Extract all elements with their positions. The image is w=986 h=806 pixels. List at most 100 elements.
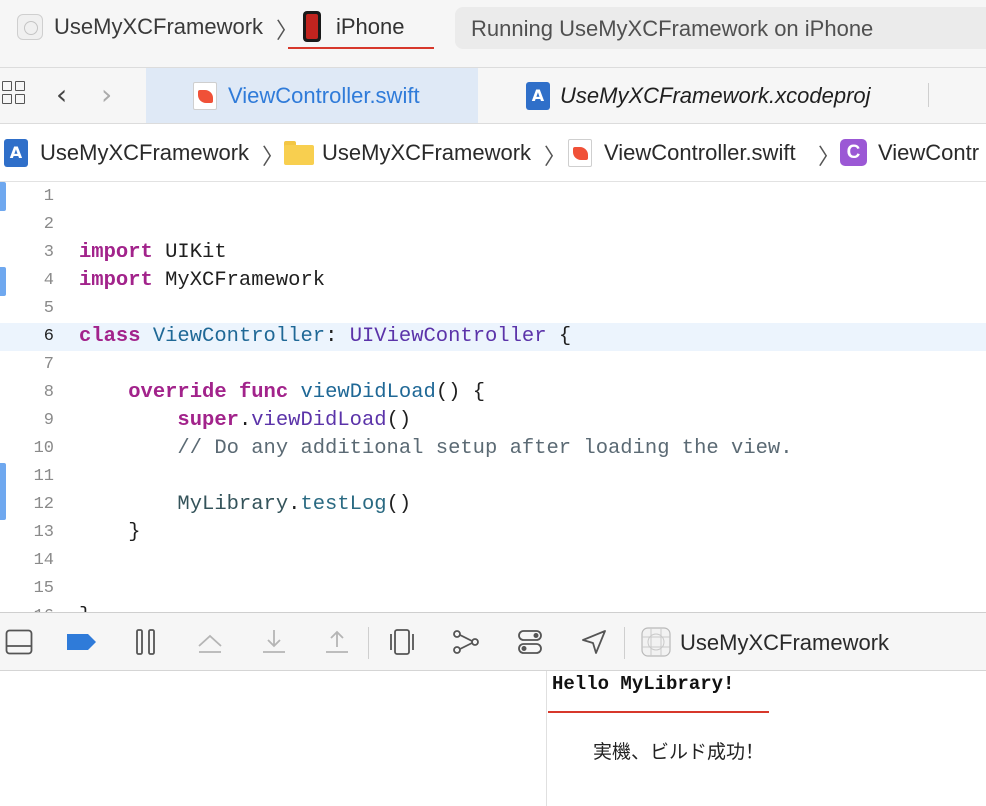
- line-number: 1: [43, 187, 54, 206]
- identifier-token: UIKit: [165, 241, 227, 264]
- app-grid-icon[interactable]: [641, 627, 671, 657]
- app-icon[interactable]: [17, 14, 43, 40]
- console-split-divider[interactable]: [546, 671, 547, 806]
- comment-token: // Do any additional setup after loading…: [177, 437, 793, 460]
- step-out-icon[interactable]: [323, 628, 351, 656]
- punctuation-token: }: [79, 605, 91, 612]
- class-icon: C: [840, 139, 867, 166]
- code-line[interactable]: 10 // Do any additional setup after load…: [0, 435, 986, 463]
- simulate-location-icon[interactable]: [580, 628, 608, 656]
- debug-console: Hello MyLibrary! 実機、ビルド成功！: [0, 671, 986, 806]
- punctuation-token: :: [325, 325, 338, 348]
- keyword-token: class: [79, 325, 141, 348]
- annotation-underline: [288, 47, 434, 49]
- type-token: ViewController: [152, 325, 326, 348]
- line-number: 6: [43, 327, 54, 346]
- code-line[interactable]: 11: [0, 463, 986, 491]
- activity-status-field: Running UseMyXCFramework on iPhone: [455, 7, 986, 49]
- keyword-token: func: [238, 381, 289, 404]
- keyword-token: override: [128, 381, 227, 404]
- line-number: 7: [43, 355, 54, 374]
- activity-status-text: Running UseMyXCFramework on iPhone: [471, 16, 874, 41]
- back-button[interactable]: ‹: [56, 78, 67, 111]
- tab-viewcontroller-swift[interactable]: ViewController.swift: [146, 68, 478, 123]
- punctuation-token: {: [558, 325, 572, 348]
- hide-debug-area-icon[interactable]: [5, 628, 33, 656]
- line-number: 8: [43, 383, 54, 402]
- punctuation-token: () {: [435, 381, 486, 404]
- environment-overrides-icon[interactable]: [516, 628, 544, 656]
- iphone-icon[interactable]: [303, 11, 321, 42]
- code-line[interactable]: 2: [0, 211, 986, 239]
- xcodeproj-icon: A: [4, 139, 28, 167]
- window-toolbar: UseMyXCFramework 〉 iPhone Running UseMyX…: [0, 0, 986, 68]
- line-number: 5: [43, 299, 54, 318]
- code-line[interactable]: 3 import UIKit: [0, 239, 986, 267]
- keyword-token: import: [79, 269, 153, 292]
- debug-bar: UseMyXCFramework: [0, 612, 986, 671]
- breadcrumb-file[interactable]: ViewController.swift: [604, 140, 796, 166]
- code-line[interactable]: 14: [0, 547, 986, 575]
- code-line[interactable]: 7: [0, 351, 986, 379]
- keyword-token: import: [79, 241, 153, 264]
- line-number: 3: [43, 243, 54, 262]
- scheme-selector[interactable]: UseMyXCFramework: [54, 14, 263, 40]
- memory-graph-icon[interactable]: [452, 628, 480, 656]
- punctuation-token: (): [386, 409, 412, 432]
- code-line[interactable]: 16 }: [0, 603, 986, 612]
- source-editor[interactable]: 1 2 3 import UIKit 4 import MyXCFramewor…: [0, 182, 986, 612]
- line-number: 10: [33, 439, 54, 458]
- tab-xcodeproj[interactable]: A UseMyXCFramework.xcodeproj: [478, 68, 928, 123]
- code-line[interactable]: 15: [0, 575, 986, 603]
- code-line[interactable]: 1: [0, 183, 986, 211]
- step-over-icon[interactable]: [196, 628, 224, 656]
- chevron-right-icon: 〉: [544, 145, 567, 170]
- annotation-underline: [548, 711, 769, 713]
- view-hierarchy-icon[interactable]: [388, 628, 416, 656]
- chevron-right-icon: 〉: [276, 19, 299, 44]
- swift-file-icon: [568, 139, 592, 167]
- jump-bar: A UseMyXCFramework 〉 UseMyXCFramework 〉 …: [0, 124, 986, 182]
- step-into-icon[interactable]: [260, 628, 288, 656]
- keyword-token: super: [177, 409, 239, 432]
- breakpoints-toggle-icon[interactable]: [66, 628, 98, 656]
- function-name-token: viewDidLoad: [300, 381, 436, 404]
- code-line[interactable]: 13 }: [0, 519, 986, 547]
- line-number: 11: [33, 467, 54, 486]
- tab-label: UseMyXCFramework.xcodeproj: [560, 83, 871, 108]
- line-number: 2: [43, 215, 54, 234]
- process-selector[interactable]: UseMyXCFramework: [680, 630, 889, 656]
- line-number: 14: [33, 551, 54, 570]
- xcodeproj-icon: A: [526, 82, 550, 110]
- toolbar-separator: [624, 627, 625, 659]
- punctuation-token: }: [128, 521, 141, 544]
- identifier-token: MyLibrary: [177, 493, 289, 516]
- punctuation-token: .: [238, 409, 252, 432]
- code-line[interactable]: 12 MyLibrary.testLog(): [0, 491, 986, 519]
- code-line[interactable]: 4 import MyXCFramework: [0, 267, 986, 295]
- line-number: 9: [43, 411, 54, 430]
- punctuation-token: .: [288, 493, 301, 516]
- folder-icon: [284, 141, 314, 165]
- type-token: UIViewController: [349, 325, 547, 348]
- related-items-icon[interactable]: [2, 81, 28, 107]
- line-number: 12: [33, 495, 54, 514]
- line-number: 15: [33, 579, 54, 598]
- annotation-note: 実機、ビルド成功！: [593, 741, 765, 763]
- toolbar-separator: [368, 627, 369, 659]
- tab-divider: [928, 83, 929, 107]
- code-line[interactable]: 9 super.viewDidLoad(): [0, 407, 986, 435]
- code-line[interactable]: 5: [0, 295, 986, 323]
- breadcrumb-group[interactable]: UseMyXCFramework: [322, 140, 531, 166]
- code-line-current[interactable]: 6 class ViewController: UIViewController…: [0, 323, 986, 351]
- pause-icon[interactable]: [132, 628, 160, 656]
- run-destination-selector[interactable]: iPhone: [336, 14, 405, 40]
- breadcrumb-symbol[interactable]: ViewContr: [878, 140, 979, 166]
- code-line[interactable]: 8 override func viewDidLoad() {: [0, 379, 986, 407]
- breadcrumb-project[interactable]: UseMyXCFramework: [40, 140, 249, 166]
- punctuation-token: (): [386, 493, 412, 516]
- forward-button[interactable]: ›: [101, 78, 112, 111]
- method-call-token: testLog: [300, 493, 387, 516]
- identifier-token: MyXCFramework: [165, 269, 326, 292]
- chevron-right-icon: 〉: [818, 145, 841, 170]
